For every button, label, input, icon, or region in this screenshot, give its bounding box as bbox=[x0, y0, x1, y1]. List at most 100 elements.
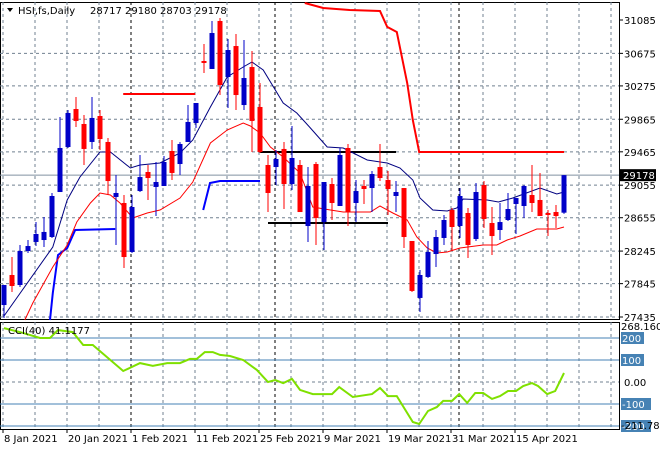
price-tick-label: 29055 bbox=[624, 181, 656, 192]
bearish-candle[interactable] bbox=[249, 67, 255, 121]
bearish-candle[interactable] bbox=[145, 171, 151, 179]
ohlc-label: 28717 29180 28703 29178 bbox=[90, 6, 227, 17]
bearish-candle[interactable] bbox=[73, 109, 79, 121]
bearish-candle[interactable] bbox=[401, 188, 407, 238]
bearish-candle[interactable] bbox=[537, 199, 543, 217]
bullish-candle[interactable] bbox=[353, 191, 359, 203]
price-tick-label: 28245 bbox=[624, 247, 656, 258]
bearish-candle[interactable] bbox=[121, 202, 127, 258]
bearish-candle[interactable] bbox=[217, 20, 223, 86]
date-tick-label: 1 Feb 2021 bbox=[132, 434, 188, 445]
bullish-candle[interactable] bbox=[505, 209, 511, 220]
bullish-candle[interactable] bbox=[89, 117, 95, 142]
bearish-candle[interactable] bbox=[201, 61, 207, 63]
cci-max-label: 268.1606 bbox=[621, 322, 660, 333]
bullish-candle[interactable] bbox=[241, 78, 247, 106]
current-price-label: 29178 bbox=[623, 171, 655, 182]
bullish-candle[interactable] bbox=[185, 121, 191, 142]
bearish-candle[interactable] bbox=[489, 223, 495, 237]
bearish-candle[interactable] bbox=[265, 164, 271, 193]
cci-title: CCI(40) 41.1177 bbox=[8, 326, 90, 337]
bearish-candle[interactable] bbox=[385, 179, 391, 189]
bearish-candle[interactable] bbox=[257, 106, 263, 152]
bullish-candle[interactable] bbox=[17, 251, 23, 286]
bearish-candle[interactable] bbox=[97, 116, 103, 140]
bearish-candle[interactable] bbox=[233, 46, 239, 96]
bullish-candle[interactable] bbox=[497, 222, 503, 231]
bullish-candle[interactable] bbox=[129, 206, 135, 252]
bullish-candle[interactable] bbox=[1, 285, 7, 306]
bullish-candle[interactable] bbox=[225, 50, 231, 78]
bullish-candle[interactable] bbox=[137, 177, 143, 192]
date-tick-label: 11 Feb 2021 bbox=[196, 434, 258, 445]
bullish-candle[interactable] bbox=[41, 231, 47, 241]
date-tick-label: 25 Feb 2021 bbox=[260, 434, 322, 445]
bullish-candle[interactable] bbox=[161, 161, 167, 186]
bearish-candle[interactable] bbox=[329, 184, 335, 203]
bullish-candle[interactable] bbox=[425, 251, 431, 277]
cci-min-label: -211.781 bbox=[621, 421, 660, 432]
bullish-candle[interactable] bbox=[25, 246, 31, 252]
bullish-candle[interactable] bbox=[65, 113, 71, 148]
price-tick-label: 29465 bbox=[624, 148, 656, 159]
bullish-candle[interactable] bbox=[417, 275, 423, 298]
bearish-candle[interactable] bbox=[529, 195, 535, 203]
bullish-candle[interactable] bbox=[321, 182, 327, 223]
bearish-candle[interactable] bbox=[313, 164, 319, 218]
bullish-candle[interactable] bbox=[209, 33, 215, 69]
bearish-candle[interactable] bbox=[449, 209, 455, 227]
bearish-candle[interactable] bbox=[169, 151, 175, 173]
price-tick-label: 30275 bbox=[624, 82, 656, 93]
bullish-candle[interactable] bbox=[289, 157, 295, 185]
bearish-candle[interactable] bbox=[465, 213, 471, 245]
bearish-candle[interactable] bbox=[409, 240, 415, 291]
cci-level-label: 100 bbox=[622, 356, 641, 367]
cci-zero-label: 0.00 bbox=[624, 378, 646, 389]
bearish-candle[interactable] bbox=[377, 167, 383, 179]
bullish-candle[interactable] bbox=[393, 192, 399, 196]
bearish-candle[interactable] bbox=[81, 123, 87, 149]
cci-level-label: -100 bbox=[622, 400, 645, 411]
price-tick-label: 28655 bbox=[624, 214, 656, 225]
trading-chart[interactable]: 31085 30675 30275 29865 29465 29055 28655 28245… bbox=[0, 0, 660, 450]
date-tick-label: 20 Jan 2021 bbox=[68, 434, 128, 445]
bullish-candle[interactable] bbox=[33, 233, 39, 242]
bullish-candle[interactable] bbox=[521, 185, 527, 207]
bullish-candle[interactable] bbox=[273, 158, 279, 168]
chart-header: HSI,fs,Daily 28717 29180 28703 29178 bbox=[7, 6, 227, 17]
cci-level-label: 200 bbox=[622, 334, 641, 345]
bullish-candle[interactable] bbox=[441, 220, 447, 238]
cci-pane-frame bbox=[0, 322, 620, 430]
bearish-candle[interactable] bbox=[105, 141, 111, 182]
bullish-candle[interactable] bbox=[305, 185, 311, 227]
bearish-candle[interactable] bbox=[297, 164, 303, 213]
bullish-candle[interactable] bbox=[561, 175, 567, 213]
bearish-candle[interactable] bbox=[553, 212, 559, 217]
date-tick-label: 31 Mar 2021 bbox=[452, 434, 515, 445]
bearish-candle[interactable] bbox=[361, 185, 367, 189]
bullish-candle[interactable] bbox=[337, 154, 343, 207]
date-tick-label: 19 Mar 2021 bbox=[388, 434, 451, 445]
bullish-candle[interactable] bbox=[193, 102, 199, 124]
price-tick-label: 31085 bbox=[624, 16, 656, 27]
bullish-candle[interactable] bbox=[369, 174, 375, 189]
bullish-candle[interactable] bbox=[457, 195, 463, 227]
bearish-candle[interactable] bbox=[481, 185, 487, 220]
bullish-candle[interactable] bbox=[473, 192, 479, 240]
bullish-candle[interactable] bbox=[433, 237, 439, 255]
price-tick-label: 29865 bbox=[624, 115, 656, 126]
bearish-candle[interactable] bbox=[9, 275, 15, 286]
symbol-label: HSI,fs,Daily bbox=[18, 6, 75, 17]
bullish-candle[interactable] bbox=[57, 147, 63, 193]
bullish-candle[interactable] bbox=[49, 195, 55, 238]
date-tick-label: 9 Mar 2021 bbox=[324, 434, 381, 445]
bullish-candle[interactable] bbox=[177, 144, 183, 165]
bullish-candle[interactable] bbox=[153, 182, 159, 187]
bearish-candle[interactable] bbox=[545, 213, 551, 215]
bullish-candle[interactable] bbox=[113, 192, 119, 197]
bullish-candle[interactable] bbox=[513, 198, 519, 204]
bearish-candle[interactable] bbox=[345, 147, 351, 213]
price-tick-label: 30675 bbox=[624, 49, 656, 60]
bearish-candle[interactable] bbox=[281, 148, 287, 185]
date-tick-label: 8 Jan 2021 bbox=[4, 434, 58, 445]
